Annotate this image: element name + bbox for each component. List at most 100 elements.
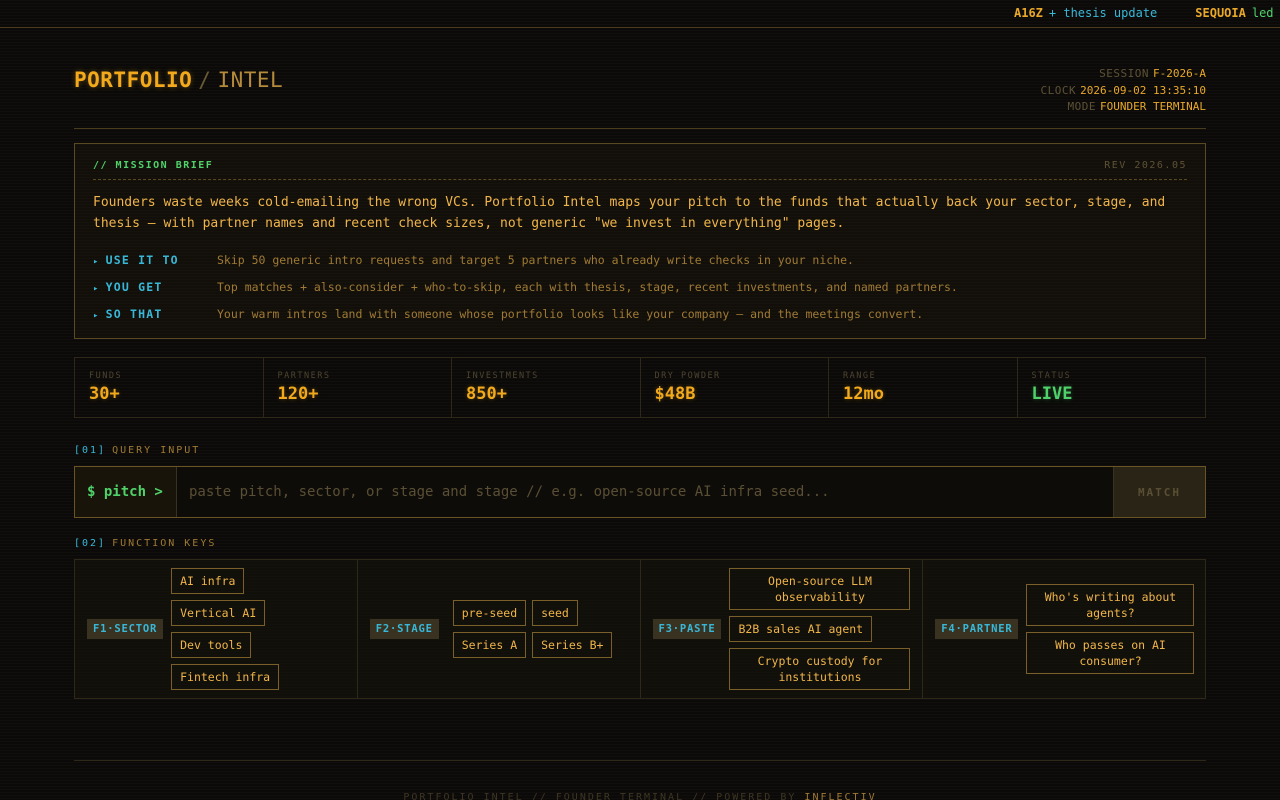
brief-key: ▸ YOU GET bbox=[93, 280, 217, 294]
chip-example-pitch[interactable]: B2B sales AI agent bbox=[729, 616, 873, 642]
chip-list: Open-source LLM observability B2B sales … bbox=[729, 568, 911, 690]
stat-range: RANGE 12mo bbox=[829, 358, 1018, 417]
pitch-input[interactable] bbox=[177, 467, 1113, 517]
fkey-group-sector: F1·SECTOR AI infra Vertical AI Dev tools… bbox=[75, 560, 358, 698]
arrow-right-icon: ▸ bbox=[93, 310, 100, 321]
match-button[interactable]: MATCH bbox=[1113, 467, 1205, 517]
prompt-label: $ pitch > bbox=[75, 467, 177, 517]
stat-label: PARTNERS bbox=[277, 371, 331, 381]
chip-partner-question[interactable]: Who's writing about agents? bbox=[1026, 584, 1195, 626]
function-keys: F1·SECTOR AI infra Vertical AI Dev tools… bbox=[74, 559, 1206, 699]
chip-series-a[interactable]: Series A bbox=[452, 632, 527, 658]
stats-bar: FUNDS 30+ PARTNERS 120+ INVESTMENTS 850+… bbox=[74, 357, 1206, 418]
status-badge: LIVE bbox=[1031, 384, 1073, 404]
brand-sub: INTEL bbox=[217, 68, 284, 92]
query-box: $ pitch > MATCH bbox=[74, 466, 1206, 518]
chip-partner-question[interactable]: Who passes on AI consumer? bbox=[1026, 632, 1195, 674]
chip-series-b-plus[interactable]: Series B+ bbox=[532, 632, 613, 658]
mission-brief: // MISSION BRIEF REV 2026.05 Founders wa… bbox=[74, 143, 1206, 339]
stat-value: 12mo bbox=[843, 384, 884, 404]
chip-pre-seed[interactable]: pre-seed bbox=[452, 600, 527, 626]
brief-value: Skip 50 generic intro requests and targe… bbox=[217, 252, 854, 267]
meta-label: SESSION bbox=[1099, 67, 1150, 80]
brief-row: ▸ SO THAT Your warm intros land with some… bbox=[93, 300, 1187, 327]
brief-revision: REV 2026.05 bbox=[1104, 160, 1187, 171]
chip-ai-infra[interactable]: AI infra bbox=[171, 568, 245, 594]
ticker-text: led bbox=[1251, 6, 1274, 20]
brand-separator: / bbox=[198, 68, 212, 92]
section-title: QUERY INPUT bbox=[112, 445, 201, 456]
stat-status: STATUS LIVE bbox=[1018, 358, 1206, 417]
fkey-group-stage: F2·STAGE pre-seed seed Series A Series B… bbox=[357, 560, 641, 698]
chip-list: pre-seed seed Series A Series B+ bbox=[452, 600, 613, 658]
brand-main: PORTFOLIO bbox=[74, 68, 193, 92]
brief-row: ▸ USE IT TO Skip 50 generic intro request… bbox=[93, 246, 1187, 273]
stat-label: INVESTMENTS bbox=[466, 371, 539, 381]
stat-value: 30+ bbox=[89, 384, 120, 404]
footer: PORTFOLIO INTEL // FOUNDER TERMINAL // P… bbox=[0, 792, 1280, 800]
brand-logo: PORTFOLIO / INTEL bbox=[74, 68, 283, 92]
brief-key-label: YOU GET bbox=[105, 279, 163, 294]
fkey-tag: F3·PASTE bbox=[652, 619, 722, 639]
stat-label: DRY POWDER bbox=[654, 371, 721, 381]
meta-value: FOUNDER TERMINAL bbox=[1100, 100, 1206, 113]
brief-title: // MISSION BRIEF bbox=[93, 160, 214, 171]
fkey-group-partner: F4·PARTNER Who's writing about agents? W… bbox=[923, 560, 1205, 698]
arrow-right-icon: ▸ bbox=[93, 256, 100, 267]
stat-investments: INVESTMENTS 850+ bbox=[452, 358, 641, 417]
ticker-item: SEQUOIA led bbox=[1195, 0, 1273, 27]
brief-key: ▸ USE IT TO bbox=[93, 253, 217, 267]
footer-divider bbox=[74, 760, 1206, 761]
meta-label: MODE bbox=[1067, 100, 1097, 113]
chip-example-pitch[interactable]: Crypto custody for institutions bbox=[729, 648, 911, 690]
brief-value: Your warm intros land with someone whose… bbox=[217, 306, 924, 321]
page-header: PORTFOLIO / INTEL SESSION F-2026-A CLOCK 202… bbox=[74, 56, 1206, 129]
section-label-fkeys: [02] FUNCTION KEYS bbox=[74, 538, 216, 549]
stat-dry-powder: DRY POWDER $48B bbox=[641, 358, 829, 417]
fkey-tag: F2·STAGE bbox=[369, 619, 439, 639]
meta-value: F-2026-A bbox=[1153, 67, 1206, 80]
meta-label: CLOCK bbox=[1040, 83, 1077, 97]
chip-list: Who's writing about agents? Who passes o… bbox=[1026, 584, 1195, 674]
stat-label: FUNDS bbox=[89, 371, 123, 381]
stat-label: STATUS bbox=[1031, 371, 1072, 381]
fkey-tag: F4·PARTNER bbox=[935, 619, 1019, 639]
meta-value: 2026-09-02 13:35:10 bbox=[1080, 83, 1206, 97]
meta-clock: CLOCK 2026-09-02 13:35:10 bbox=[1041, 83, 1206, 100]
section-label-query: [01] QUERY INPUT bbox=[74, 445, 200, 456]
brief-rows: ▸ USE IT TO Skip 50 generic intro request… bbox=[93, 246, 1187, 327]
brief-header: // MISSION BRIEF REV 2026.05 bbox=[93, 160, 1187, 180]
section-title: FUNCTION KEYS bbox=[112, 538, 217, 549]
fkey-tag: F1·SECTOR bbox=[87, 619, 164, 639]
stat-partners: PARTNERS 120+ bbox=[264, 358, 452, 417]
section-number: [01] bbox=[74, 445, 107, 456]
ticker-item: A16Z + thesis update bbox=[1014, 0, 1157, 27]
brief-value: Top matches + also-consider + who-to-ski… bbox=[217, 279, 958, 294]
footer-text: PORTFOLIO INTEL // FOUNDER TERMINAL // P… bbox=[403, 792, 797, 800]
brief-key-label: USE IT TO bbox=[105, 252, 179, 267]
stat-funds: FUNDS 30+ bbox=[75, 358, 264, 417]
chip-example-pitch[interactable]: Open-source LLM observability bbox=[729, 568, 911, 610]
stat-value: 850+ bbox=[466, 384, 507, 404]
fkey-group-paste: F3·PASTE Open-source LLM observability B… bbox=[640, 560, 924, 698]
section-number: [02] bbox=[74, 538, 107, 549]
footer-brand: INFLECTIV bbox=[804, 792, 877, 800]
ticker-fund: A16Z bbox=[1014, 6, 1043, 20]
brief-body: Founders waste weeks cold-emailing the w… bbox=[93, 195, 1166, 231]
chip-dev-tools[interactable]: Dev tools bbox=[171, 632, 252, 658]
arrow-right-icon: ▸ bbox=[93, 283, 100, 294]
chip-vertical-ai[interactable]: Vertical AI bbox=[171, 600, 266, 626]
chip-fintech-infra[interactable]: Fintech infra bbox=[171, 664, 280, 690]
stat-label: RANGE bbox=[843, 371, 877, 381]
stat-value: 120+ bbox=[277, 384, 319, 404]
stat-value: $48B bbox=[654, 384, 696, 404]
ticker-bar: A16Z + thesis update SEQUOIA led bbox=[0, 0, 1280, 28]
chip-seed[interactable]: seed bbox=[532, 600, 578, 626]
session-meta: SESSION F-2026-A CLOCK 2026-09-02 13:35:10… bbox=[1041, 66, 1206, 116]
meta-mode: MODE FOUNDER TERMINAL bbox=[1041, 99, 1206, 116]
chip-list: AI infra Vertical AI Dev tools Fintech i… bbox=[171, 568, 280, 690]
meta-session: SESSION F-2026-A bbox=[1041, 66, 1206, 83]
brief-key-label: SO THAT bbox=[105, 306, 163, 321]
brief-row: ▸ YOU GET Top matches + also-consider + w… bbox=[93, 273, 1187, 300]
brief-key: ▸ SO THAT bbox=[93, 307, 217, 321]
